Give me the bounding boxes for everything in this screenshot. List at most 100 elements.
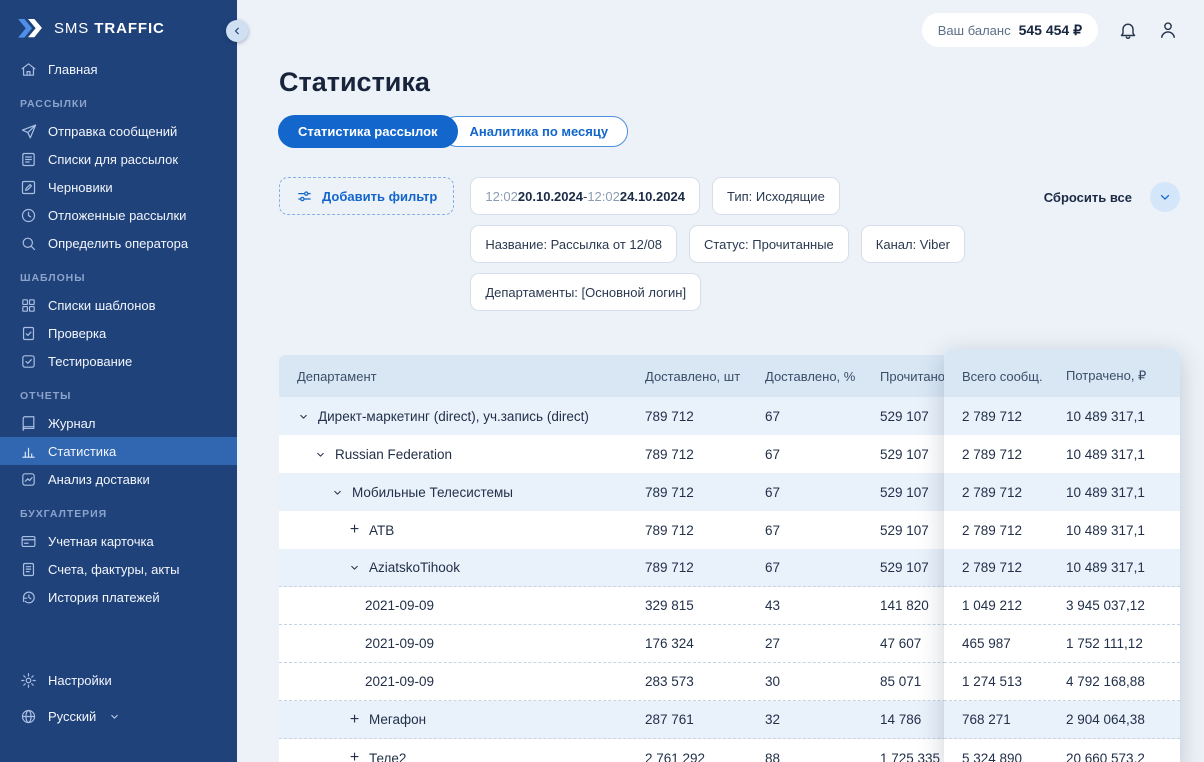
app-window: SMS TRAFFIC Главная РАССЫЛКИ Отправка сооб…	[0, 0, 1204, 762]
filter-right-controls: Сбросить все	[1044, 182, 1180, 212]
sidebar-item-label: Русский	[48, 708, 97, 724]
delivered-count-cell: 287 761	[645, 712, 694, 727]
user-profile-icon[interactable]	[1158, 20, 1178, 40]
total-messages-cell: 465 987	[962, 636, 1011, 651]
add-filter-button[interactable]: Добавить фильтр	[279, 177, 455, 215]
sidebar-item-check-doc[interactable]: Проверка	[0, 319, 237, 347]
tab-statistics-mailings[interactable]: Статистика рассылок	[279, 116, 457, 147]
pinned-row: 1 274 513 4 792 168,88	[944, 663, 1180, 701]
sidebar-item-history[interactable]: История платежей	[0, 583, 237, 611]
sidebar-item-label: Счета, фактуры, акты	[48, 561, 180, 577]
sidebar-item-label: Черновики	[48, 179, 113, 195]
sidebar-collapse-button[interactable]	[226, 20, 248, 42]
delivered-pct-cell: 30	[765, 674, 781, 689]
department-cell: + АТВ	[348, 522, 395, 538]
expand-toggle-icon[interactable]: +	[348, 522, 361, 538]
expand-toggle-icon[interactable]: +	[348, 712, 361, 728]
check-doc-icon	[20, 325, 37, 342]
column-header-spent[interactable]: Потрачено, ₽	[1066, 368, 1180, 384]
delivered-count-cell: 789 712	[645, 484, 694, 500]
column-header-department[interactable]: Департамент	[279, 369, 645, 384]
pinned-row: 2 789 712 10 489 317,1	[944, 549, 1180, 587]
sidebar-item-card[interactable]: Учетная карточка	[0, 527, 237, 555]
collapse-toggle-icon[interactable]	[297, 411, 310, 422]
filter-chip[interactable]: Департаменты: [Основной логин]	[470, 273, 702, 311]
sidebar-item-label: Отправка сообщений	[48, 123, 178, 139]
spent-cell: 10 489 317,1	[1066, 522, 1145, 538]
delivered-count-cell: 789 712	[645, 446, 694, 462]
delivered-count-cell: 2 761 292	[645, 750, 706, 762]
sidebar-item-label: Тестирование	[48, 353, 133, 369]
pinned-row: 2 789 712 10 489 317,1	[944, 511, 1180, 549]
total-messages-cell: 2 789 712	[962, 484, 1023, 500]
sidebar-item-label: Журнал	[48, 415, 96, 431]
delivered-pct-cell: 67	[765, 408, 781, 424]
statistics-table: Департамент Доставлено, шт Доставлено, %…	[279, 349, 1180, 762]
sidebar-nav: Главная РАССЫЛКИ Отправка сообщений Списки …	[0, 51, 237, 662]
notifications-bell-icon[interactable]	[1118, 20, 1138, 40]
filter-chip[interactable]: Тип: Исходящие	[711, 177, 840, 215]
delivered-pct-cell: 67	[765, 484, 781, 500]
expand-toggle-icon[interactable]: +	[348, 750, 361, 762]
spent-cell: 2 904 064,38	[1066, 712, 1145, 727]
delivered-count-cell: 789 712	[645, 408, 694, 424]
total-messages-cell: 768 271	[962, 712, 1011, 727]
department-cell: + Мегафон	[348, 711, 427, 728]
filter-chip[interactable]: 12:02 20.10.2024 - 12:02 24.10.2024	[470, 177, 700, 215]
pinned-row: 768 271 2 904 064,38	[944, 701, 1180, 739]
sidebar-item-test[interactable]: Тестирование	[0, 347, 237, 375]
delivered-count-cell: 789 712	[645, 560, 694, 575]
delivered-count-cell: 283 573	[645, 674, 694, 689]
sidebar: SMS TRAFFIC Главная РАССЫЛКИ Отправка сооб…	[0, 0, 248, 762]
sidebar-item-gear[interactable]: Настройки	[0, 662, 237, 698]
sidebar-item-journal[interactable]: Журнал	[0, 409, 237, 437]
tab-analytics-by-month[interactable]: Аналитика по месяцу	[441, 116, 629, 147]
sidebar-item-home[interactable]: Главная	[0, 55, 237, 83]
pinned-body: 2 789 712 10 489 317,1 2 789 712 10 489 317…	[944, 397, 1180, 762]
sidebar-item-send[interactable]: Отправка сообщений	[0, 117, 237, 145]
collapse-filters-button[interactable]	[1150, 182, 1180, 212]
sidebar-section-title: ОТЧЕТЫ	[20, 390, 72, 402]
sidebar-item-list[interactable]: Списки для рассылок	[0, 145, 237, 173]
sidebar-item-draft[interactable]: Черновики	[0, 173, 237, 201]
list-icon	[20, 151, 37, 168]
total-messages-cell: 2 789 712	[962, 408, 1023, 424]
collapse-toggle-icon[interactable]	[314, 449, 327, 460]
balance-label: Ваш баланс	[937, 22, 1011, 38]
sidebar-item-invoice[interactable]: Счета, фактуры, акты	[0, 555, 237, 583]
sidebar-item-search[interactable]: Определить оператора	[0, 229, 237, 257]
history-icon	[20, 589, 37, 606]
delivered-pct-cell: 43	[765, 598, 781, 613]
filter-chip[interactable]: Канал: Viber	[860, 225, 965, 263]
column-header-delivered-count[interactable]: Доставлено, шт	[645, 369, 765, 384]
collapse-toggle-icon[interactable]	[348, 562, 361, 573]
sidebar-section-title: РАССЫЛКИ	[20, 98, 88, 110]
column-header-total-messages[interactable]: Всего сообщ.	[962, 369, 1066, 384]
sidebar-item-label: История платежей	[48, 589, 160, 605]
filter-chip-row: Название: Рассылка от 12/08 Статус: Прочи…	[470, 225, 1043, 263]
sidebar-item-globe[interactable]: Русский	[0, 698, 237, 734]
sidebar-item-stats[interactable]: Статистика	[0, 437, 237, 465]
filter-bar: Добавить фильтр 12:02 20.10.2024 - 12:02…	[279, 177, 1180, 321]
reset-all-button[interactable]: Сбросить все	[1044, 190, 1132, 205]
draft-icon	[20, 179, 37, 196]
filter-chip[interactable]: Статус: Прочитанные	[688, 225, 849, 263]
sidebar-item-analysis[interactable]: Анализ доставки	[0, 465, 237, 493]
sidebar-section-title: БУХГАЛТЕРИЯ	[20, 508, 108, 520]
collapse-toggle-icon[interactable]	[331, 487, 344, 498]
spent-cell: 10 489 317,1	[1066, 446, 1145, 462]
balance-pill[interactable]: Ваш баланс 545 454 ₽	[921, 13, 1098, 47]
delivered-pct-cell: 32	[765, 712, 781, 727]
sidebar-item-template[interactable]: Списки шаблонов	[0, 291, 237, 319]
total-messages-cell: 2 789 712	[962, 560, 1023, 575]
spent-cell: 10 489 317,1	[1066, 560, 1145, 575]
logo: SMS TRAFFIC	[0, 0, 237, 51]
column-header-delivered-pct[interactable]: Доставлено, %	[765, 369, 880, 384]
filter-chip[interactable]: Название: Рассылка от 12/08	[470, 225, 677, 263]
sidebar-item-clock[interactable]: Отложенные рассылки	[0, 201, 237, 229]
pinned-row: 2 789 712 10 489 317,1	[944, 397, 1180, 435]
sidebar-item-label: Настройки	[48, 672, 112, 688]
pinned-columns-panel: Всего сообщ. Потрачено, ₽ 2 789 712 10 48…	[944, 349, 1180, 762]
template-icon	[20, 297, 37, 314]
department-cell: + Теле2	[279, 750, 645, 762]
